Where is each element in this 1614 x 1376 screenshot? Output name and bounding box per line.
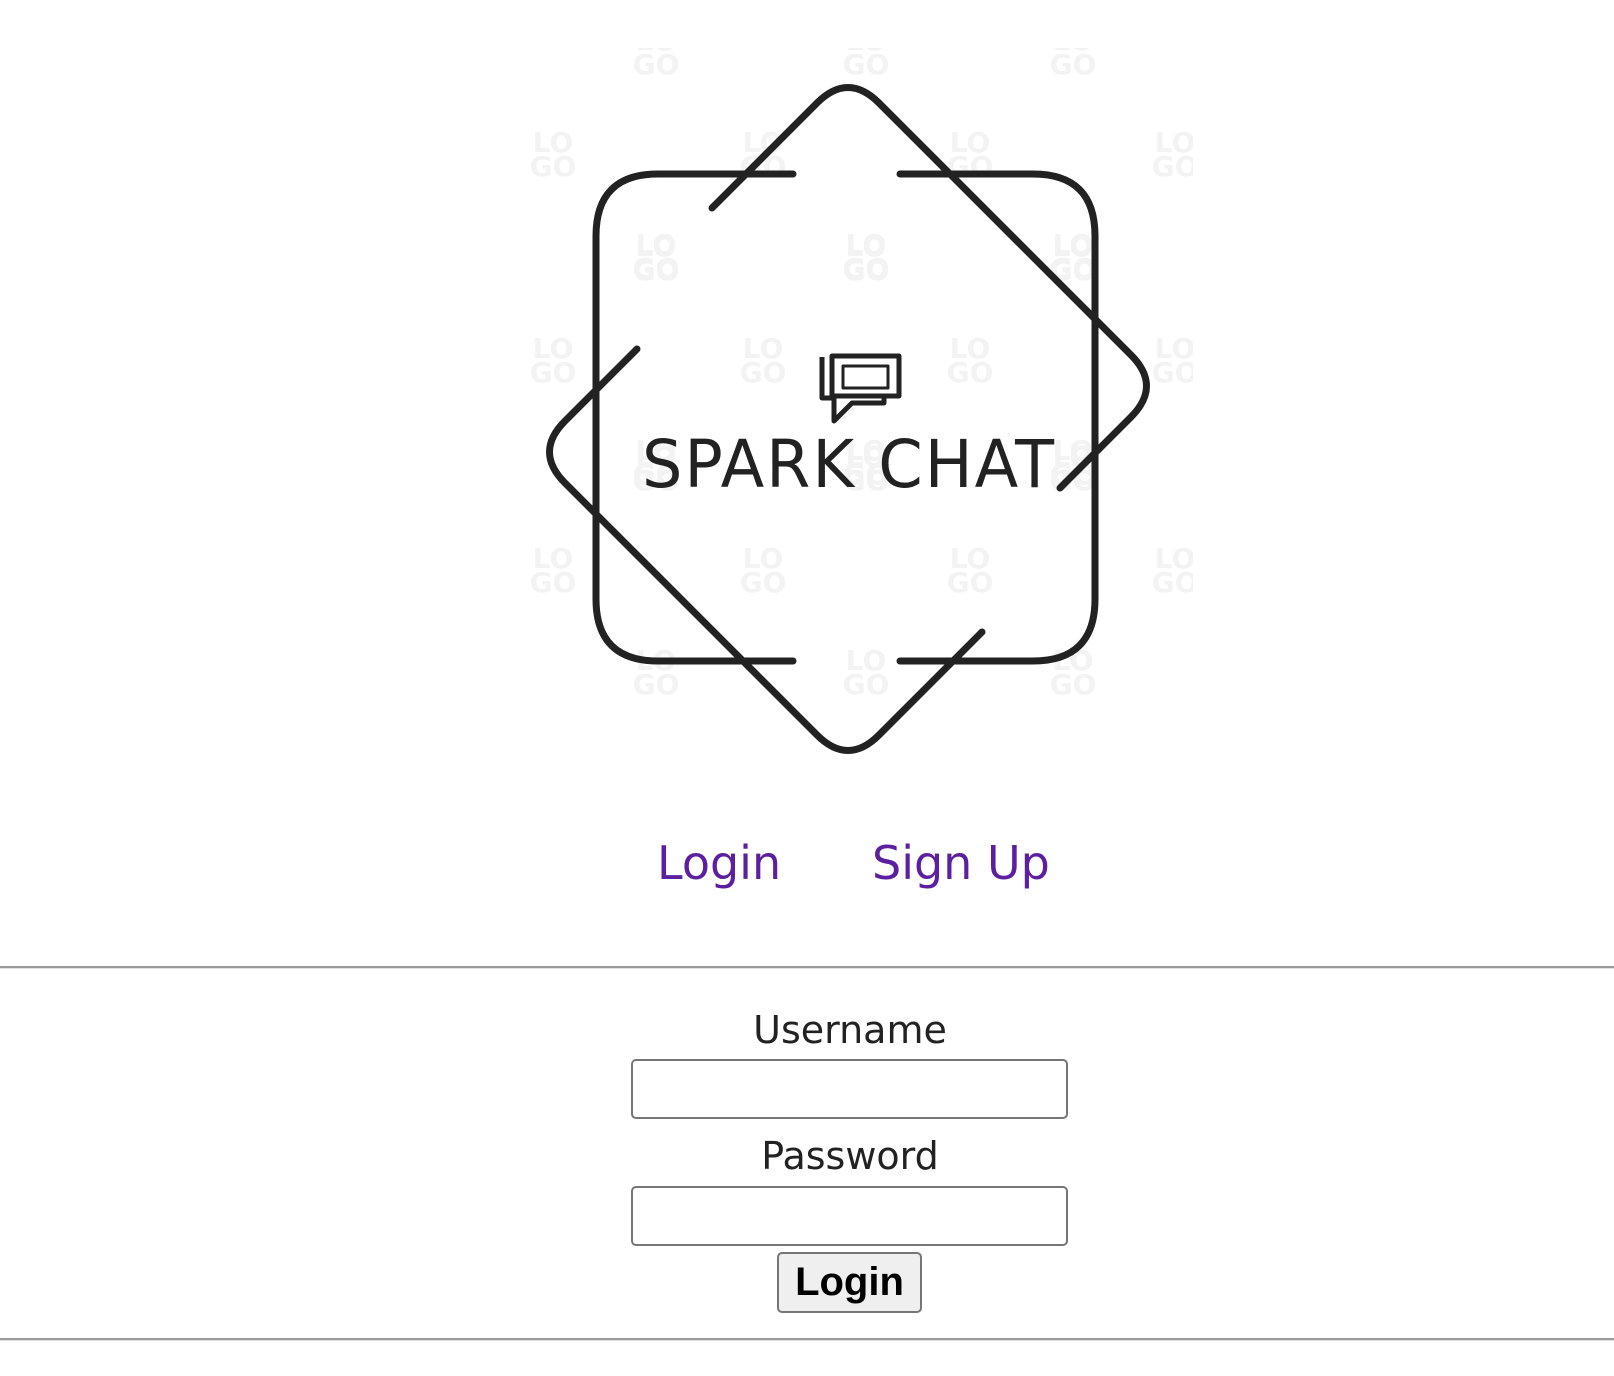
logo-graphic: LOGOLOGOLOGOLOGOLOGOLOGOLOGOLOGOLOGOLOGO… xyxy=(530,48,1193,754)
watermark-glyph: GO xyxy=(843,48,890,81)
signup-link[interactable]: Sign Up xyxy=(872,836,1050,890)
watermark-glyph: GO xyxy=(843,254,890,287)
watermark-glyph: GO xyxy=(633,254,680,287)
watermark-glyph: GO xyxy=(633,668,680,701)
watermark-glyph: GO xyxy=(1050,48,1097,81)
divider-top xyxy=(0,966,1614,969)
watermark-glyph: GO xyxy=(740,566,787,599)
username-input[interactable] xyxy=(631,1059,1068,1119)
watermark-glyph: GO xyxy=(1050,464,1097,497)
watermark-glyph: GO xyxy=(530,150,577,183)
watermark-glyph: GO xyxy=(1152,150,1193,183)
watermark-glyph: GO xyxy=(530,566,577,599)
watermark-glyph: GO xyxy=(843,668,890,701)
password-label: Password xyxy=(761,1134,939,1178)
logo: LOGOLOGOLOGOLOGOLOGOLOGOLOGOLOGOLOGOLOGO… xyxy=(503,48,1193,774)
watermark-glyph: GO xyxy=(740,356,787,389)
divider-bottom xyxy=(0,1338,1614,1341)
watermark-glyph: GO xyxy=(530,356,577,389)
login-link[interactable]: Login xyxy=(657,836,781,890)
watermark-glyph: GO xyxy=(633,48,680,81)
watermark-glyph: GO xyxy=(1152,566,1193,599)
watermark-glyph: GO xyxy=(947,356,994,389)
watermark-glyph: GO xyxy=(947,566,994,599)
password-input[interactable] xyxy=(631,1186,1068,1246)
watermark-glyph: GO xyxy=(1152,356,1193,389)
logo-title: SPARK CHAT xyxy=(642,426,1056,503)
login-button[interactable]: Login xyxy=(777,1252,922,1313)
watermark-glyph: GO xyxy=(1050,668,1097,701)
username-label: Username xyxy=(753,1008,947,1052)
chat-bubbles-icon xyxy=(819,353,902,424)
